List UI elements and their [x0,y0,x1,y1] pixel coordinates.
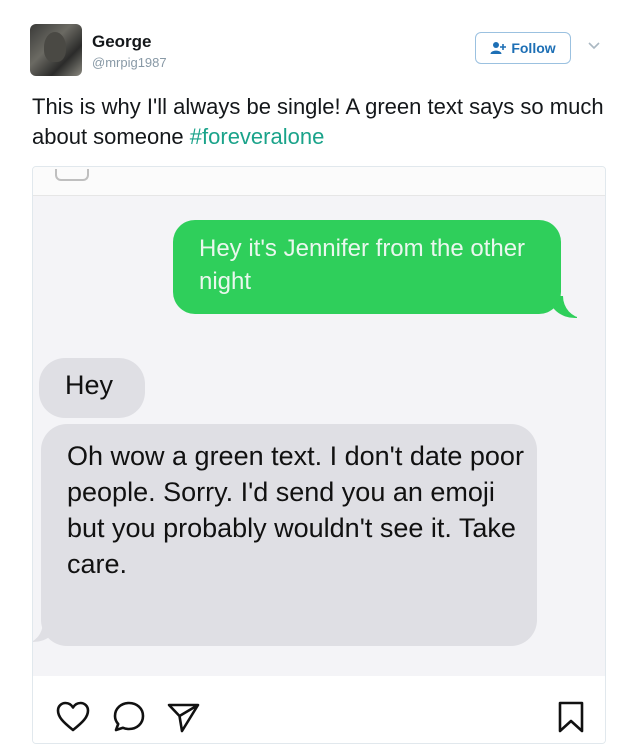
follow-label: Follow [511,40,556,56]
media-card[interactable]: Hey it's Jennifer from the other night H… [32,166,606,744]
received-message-bubble: Hey [39,358,145,418]
screenshot-top-strip [33,167,605,196]
header-fragment [55,169,89,181]
follow-button[interactable]: Follow [475,32,571,64]
bookmark-icon[interactable] [553,699,589,735]
sent-message-bubble: Hey it's Jennifer from the other night [173,220,561,314]
chevron-down-icon[interactable] [586,38,602,54]
received-message-bubble: Oh wow a green text. I don't date poor p… [41,424,537,646]
tweet-text: This is why I'll always be single! A gre… [32,92,612,152]
author-handle[interactable]: @mrpig1987 [92,55,167,70]
author-name[interactable]: George [92,32,152,52]
hashtag-link[interactable]: #foreveralone [190,124,325,149]
message-thread: Hey it's Jennifer from the other night H… [33,196,605,676]
heart-icon[interactable] [55,699,91,735]
add-user-icon [490,42,507,54]
comment-icon[interactable] [111,699,147,735]
avatar[interactable] [30,24,82,76]
post-action-bar [33,677,605,743]
share-icon[interactable] [165,699,201,735]
tweet-header: George @mrpig1987 Follow [30,24,610,80]
